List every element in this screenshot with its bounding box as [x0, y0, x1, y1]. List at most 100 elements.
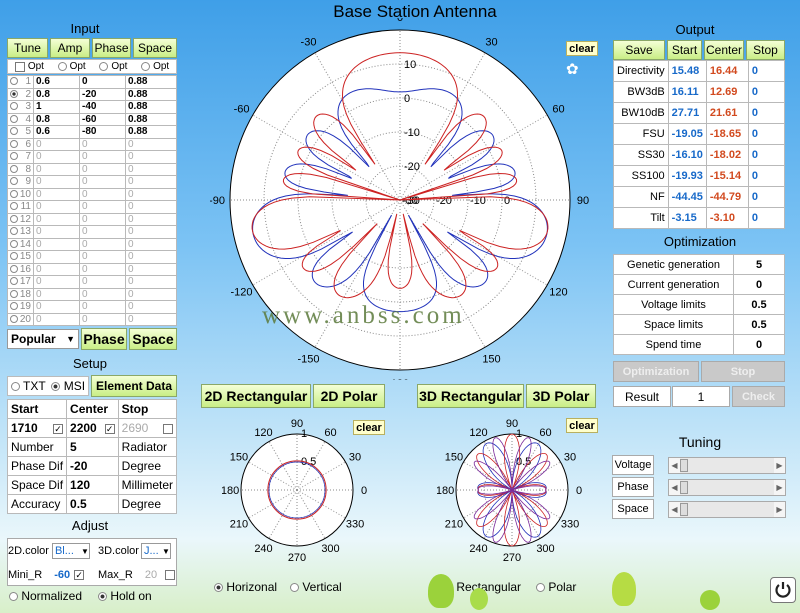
param-value[interactable]: -20: [66, 456, 119, 476]
row-select[interactable]: 8: [7, 162, 34, 176]
amp-cell[interactable]: 0: [33, 250, 80, 264]
polar-radio[interactable]: Polar: [536, 580, 576, 594]
stop-freq-cell[interactable]: 2690: [117, 418, 178, 438]
polar3d-plot[interactable]: 9060300330300270240210180150120 10.5: [437, 412, 587, 564]
space-cell[interactable]: 0: [125, 225, 177, 239]
phase-cell[interactable]: 0: [79, 312, 126, 326]
input-phase-button[interactable]: Phase: [92, 38, 131, 58]
color3d-select[interactable]: J... ▼: [140, 543, 171, 559]
row-select[interactable]: 15: [7, 250, 34, 264]
phase-slider[interactable]: ◀ ▶: [668, 479, 786, 496]
row-select[interactable]: 4: [7, 112, 34, 126]
phase-cell[interactable]: -40: [79, 100, 126, 114]
opt-phase[interactable]: Opt: [99, 61, 127, 72]
phase-preset-button[interactable]: Phase: [81, 328, 127, 350]
amp-cell[interactable]: 0.6: [33, 75, 80, 89]
phase-cell[interactable]: 0: [79, 137, 126, 151]
input-tune-button[interactable]: Tune: [7, 38, 48, 58]
param-value[interactable]: 0.5: [66, 494, 119, 514]
rect2d-button[interactable]: 2D Rectangular: [201, 384, 311, 408]
input-space-button[interactable]: Space: [133, 38, 177, 58]
opt-value[interactable]: 0: [733, 334, 785, 355]
row-select[interactable]: 14: [7, 237, 34, 251]
space-cell[interactable]: 0: [125, 250, 177, 264]
row-select[interactable]: 1: [7, 75, 34, 89]
arrow-right-icon[interactable]: ▶: [774, 458, 785, 473]
opt-tune[interactable]: Opt: [14, 61, 44, 72]
amp-cell[interactable]: 0: [33, 287, 80, 301]
phase-cell[interactable]: 0: [79, 250, 126, 264]
row-select[interactable]: 13: [7, 225, 34, 239]
voltage-slider[interactable]: ◀ ▶: [668, 457, 786, 474]
stop-button[interactable]: Stop: [701, 361, 785, 382]
opt-amp[interactable]: Opt: [57, 61, 86, 72]
arrow-left-icon[interactable]: ◀: [669, 502, 680, 517]
power-button[interactable]: [770, 577, 796, 603]
color2d-select[interactable]: Bl... ▼: [51, 543, 90, 559]
rect3d-button[interactable]: 3D Rectangular: [417, 384, 524, 408]
space-cell[interactable]: 0: [125, 237, 177, 251]
amp-cell[interactable]: 0: [33, 262, 80, 276]
amp-cell[interactable]: 0: [33, 300, 80, 314]
opt-space[interactable]: Opt: [141, 61, 169, 72]
phase-cell[interactable]: 0: [79, 237, 126, 251]
vertical-radio[interactable]: Vertical: [290, 580, 342, 594]
polar3d-clear-button[interactable]: clear: [566, 418, 598, 433]
arrow-right-icon[interactable]: ▶: [774, 502, 785, 517]
phase-cell[interactable]: 0: [79, 175, 126, 189]
phase-cell[interactable]: 0: [79, 300, 126, 314]
start-freq-cell[interactable]: 1710 ✓: [6, 418, 68, 438]
element-data-button[interactable]: Element Data: [91, 375, 177, 397]
amp-cell[interactable]: 0: [33, 237, 80, 251]
phase-cell[interactable]: 0: [79, 262, 126, 276]
space-cell[interactable]: 0: [125, 200, 177, 214]
opt-value[interactable]: 0.5: [733, 314, 785, 335]
mini-r-input[interactable]: -60: [54, 569, 70, 581]
arrow-right-icon[interactable]: ▶: [774, 480, 785, 495]
amp-cell[interactable]: 0.8: [33, 87, 80, 101]
phase-cell[interactable]: 0: [79, 275, 126, 289]
space-cell[interactable]: 0.88: [125, 75, 177, 89]
amp-cell[interactable]: 0.6: [33, 125, 80, 139]
input-amp-button[interactable]: Amp: [50, 38, 90, 58]
phase-cell[interactable]: 0: [79, 212, 126, 226]
opt-value[interactable]: 0.5: [733, 294, 785, 315]
space-cell[interactable]: 0: [125, 300, 177, 314]
phase-cell[interactable]: 0: [79, 150, 126, 164]
polar3d-button[interactable]: 3D Polar: [526, 384, 596, 408]
space-cell[interactable]: 0: [125, 162, 177, 176]
row-select[interactable]: 2: [7, 87, 34, 101]
row-select[interactable]: 16: [7, 262, 34, 276]
output-center-button[interactable]: Center: [704, 40, 744, 60]
amp-cell[interactable]: 0: [33, 275, 80, 289]
result-input[interactable]: 1: [672, 386, 730, 407]
arrow-left-icon[interactable]: ◀: [669, 458, 680, 473]
row-select[interactable]: 3: [7, 100, 34, 114]
hold-on-radio[interactable]: Hold on: [98, 589, 152, 603]
arrow-left-icon[interactable]: ◀: [669, 480, 680, 495]
row-select[interactable]: 5: [7, 125, 34, 139]
check-icon[interactable]: ✓: [104, 424, 115, 434]
amp-cell[interactable]: 0: [33, 150, 80, 164]
param-value[interactable]: 120: [66, 475, 119, 495]
max-r-input[interactable]: 20: [145, 569, 157, 581]
optimization-button[interactable]: Optimization: [613, 361, 699, 382]
checkbox-icon[interactable]: [163, 424, 173, 434]
row-select[interactable]: 6: [7, 137, 34, 151]
row-select[interactable]: 12: [7, 212, 34, 226]
msi-radio[interactable]: MSI: [51, 379, 85, 393]
space-cell[interactable]: 0: [125, 287, 177, 301]
space-cell[interactable]: 0: [125, 137, 177, 151]
row-select[interactable]: 19: [7, 300, 34, 314]
phase-cell[interactable]: 0: [79, 200, 126, 214]
space-preset-button[interactable]: Space: [129, 328, 177, 350]
opt-value[interactable]: 0: [733, 274, 785, 295]
phase-cell[interactable]: 0: [79, 187, 126, 201]
amp-cell[interactable]: 0.8: [33, 112, 80, 126]
row-select[interactable]: 11: [7, 200, 34, 214]
output-start-button[interactable]: Start: [667, 40, 702, 60]
output-stop-button[interactable]: Stop: [746, 40, 785, 60]
amp-cell[interactable]: 0: [33, 200, 80, 214]
phase-cell[interactable]: 0: [79, 287, 126, 301]
check-icon[interactable]: ✓: [53, 424, 64, 434]
